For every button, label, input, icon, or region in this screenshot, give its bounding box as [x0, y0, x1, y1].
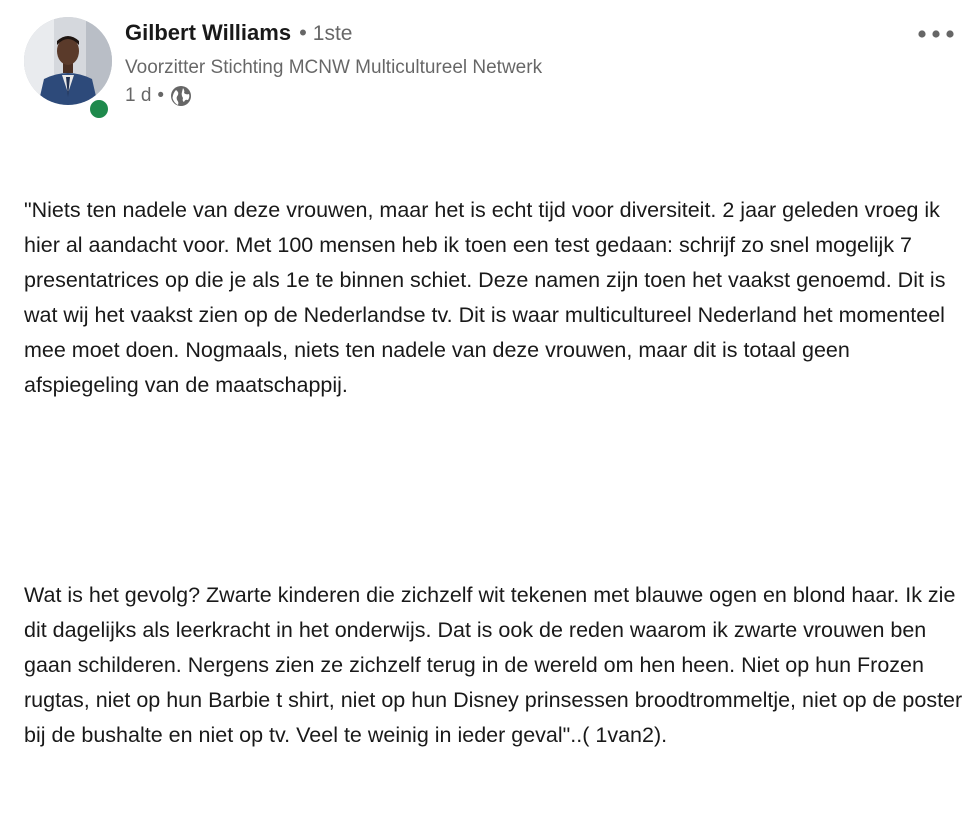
post-time[interactable]: 1 d: [125, 85, 151, 107]
post-meta: 1 d •: [125, 82, 916, 110]
feed-post: Gilbert Williams • 1ste Voorzitter Stich…: [0, 0, 976, 747]
more-options-button[interactable]: [914, 22, 958, 46]
more-horizontal-icon: [918, 30, 954, 38]
author-name[interactable]: Gilbert Williams: [125, 20, 291, 46]
post-header: Gilbert Williams • 1ste Voorzitter Stich…: [125, 20, 916, 110]
profile-photo[interactable]: [24, 17, 112, 105]
post-body: "Niets ten nadele van deze vrouwen, maar…: [24, 123, 964, 823]
globe-icon: [170, 85, 192, 107]
author-avatar[interactable]: [24, 17, 112, 121]
separator-dot: •: [299, 20, 307, 45]
online-status-indicator: [87, 97, 111, 121]
post-paragraph: Wat is het gevolg? Zwarte kinderen die z…: [24, 583, 969, 747]
author-line: Gilbert Williams • 1ste: [125, 20, 916, 52]
post-paragraph: "Niets ten nadele van deze vrouwen, maar…: [24, 198, 952, 397]
separator-dot: •: [157, 85, 165, 106]
connection-degree: 1ste: [312, 22, 353, 45]
author-headline[interactable]: Voorzitter Stichting MCNW Multicultureel…: [125, 54, 916, 82]
